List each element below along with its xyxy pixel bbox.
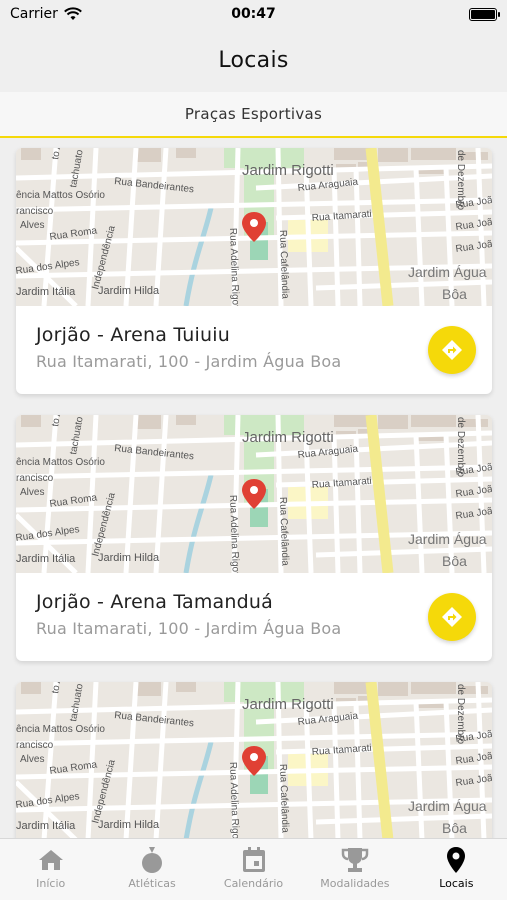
map-label: ência Mattos Osório <box>16 190 105 201</box>
carrier-label: Carrier <box>10 6 58 22</box>
tab-label: Calendário <box>223 877 284 890</box>
map-label: Jardim Rigotti <box>242 429 334 446</box>
tab-atleticas[interactable]: Atléticas <box>101 839 202 900</box>
map-label: Bôa <box>442 286 467 302</box>
tab-locais[interactable]: Locais <box>406 839 507 900</box>
map-label: rancisco <box>16 740 54 751</box>
place-address: Rua Itamarati, 100 - Jardim Água Boa <box>36 619 342 638</box>
places-list[interactable]: Jardim Rigotti Rua Bandeirantes Rua Arag… <box>0 140 507 838</box>
map-preview[interactable]: Jardim Rigotti Rua Bandeirantes Rua Arag… <box>16 148 492 306</box>
map-label: Alves <box>20 487 44 498</box>
map-label: Jardim Itália <box>16 553 76 565</box>
status-bar: Carrier 00:47 <box>0 0 507 28</box>
tab-label: Atléticas <box>128 877 176 890</box>
tab-label: Locais <box>439 877 474 890</box>
map-label: rancisco <box>16 473 54 484</box>
directions-button[interactable] <box>428 326 476 374</box>
home-icon <box>38 850 63 870</box>
nav-header: Locais <box>0 28 507 92</box>
map-label: Jardim Itália <box>16 286 76 298</box>
calendar-icon <box>242 847 265 872</box>
map-label: Jardim Água <box>408 264 487 280</box>
map-label: Jardim Rigotti <box>242 696 334 713</box>
map-preview[interactable]: Jardim Rigotti Rua Bandeirantes Rua Arag… <box>16 415 492 573</box>
map-label: Jardim Rigotti <box>242 162 334 179</box>
segment-tab-label: Praças Esportivas <box>184 105 323 123</box>
map-label: Jardim Hilda <box>98 285 160 297</box>
directions-button[interactable] <box>428 593 476 641</box>
tab-label: Modalidades <box>320 877 390 890</box>
directions-icon <box>442 340 462 360</box>
place-name: Jorjão - Arena Tamanduá <box>36 591 273 613</box>
tab-label: Início <box>36 877 66 890</box>
map-label: Jardim Hilda <box>98 819 160 831</box>
map-label: Bôa <box>442 820 467 836</box>
map-label: rancisco <box>16 206 54 217</box>
place-card[interactable]: Jardim Rigotti Rua Bandeirantes Rua Arag… <box>16 682 492 838</box>
tab-modalidades[interactable]: Modalidades <box>304 839 405 900</box>
map-label: ência Mattos Osório <box>16 457 105 468</box>
place-card[interactable]: Jardim Rigotti Rua Bandeirantes Rua Arag… <box>16 148 492 394</box>
medal-icon <box>142 847 163 873</box>
place-card[interactable]: Jardim Rigotti Rua Bandeirantes Rua Arag… <box>16 415 492 661</box>
tab-calendario[interactable]: Calendário <box>203 839 304 900</box>
map-label: Jardim Água <box>408 798 487 814</box>
trophy-icon <box>341 848 369 872</box>
map-label: ência Mattos Osório <box>16 724 105 735</box>
page-title: Locais <box>218 47 289 73</box>
location-pin-icon <box>447 847 466 873</box>
tab-inicio[interactable]: Início <box>0 839 101 900</box>
app-screen: Carrier 00:47 Locais Praças Esportivas J… <box>0 0 507 900</box>
segment-tab[interactable]: Praças Esportivas <box>0 92 507 138</box>
wifi-icon <box>64 7 82 20</box>
map-label: Jardim Água <box>408 531 487 547</box>
map-preview[interactable]: Jardim Rigotti Rua Bandeirantes Rua Arag… <box>16 682 492 838</box>
battery-icon <box>469 7 500 21</box>
map-label: Alves <box>20 754 44 765</box>
directions-icon <box>442 607 462 627</box>
place-name: Jorjão - Arena Tuiuiu <box>36 324 230 346</box>
map-label: Jardim Hilda <box>98 552 160 564</box>
map-label: Jardim Itália <box>16 820 76 832</box>
map-label: Alves <box>20 220 44 231</box>
bottom-tab-bar: Início Atléticas Calendário Modalidades … <box>0 838 507 900</box>
place-address: Rua Itamarati, 100 - Jardim Água Boa <box>36 352 342 371</box>
map-label: Bôa <box>442 553 467 569</box>
